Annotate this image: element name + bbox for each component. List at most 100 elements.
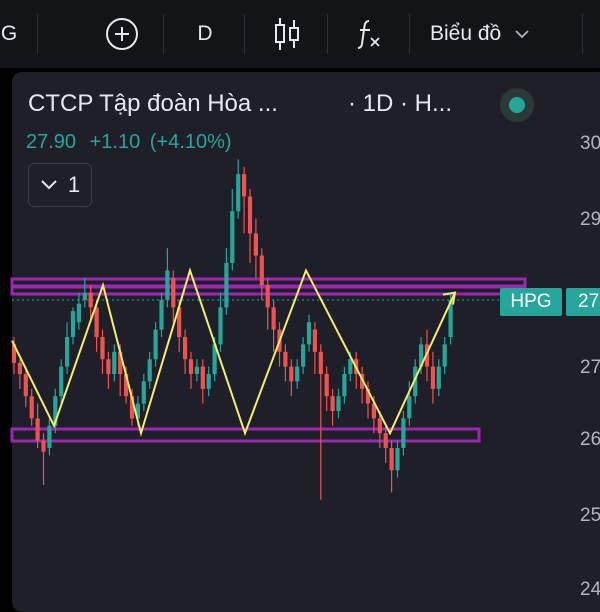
candle (224, 248, 229, 315)
candle-body (100, 337, 105, 360)
candle-body (47, 425, 52, 448)
candle-body (442, 344, 447, 367)
candle (395, 440, 400, 478)
candle-body (330, 396, 335, 411)
candle (194, 359, 199, 382)
candle-body (218, 307, 223, 345)
candle (70, 307, 76, 345)
axis-tick-label: 29 (580, 209, 600, 230)
candle-body (230, 211, 235, 263)
candle (283, 344, 288, 382)
candle (342, 366, 347, 404)
candle (442, 337, 447, 374)
indicators-collapse-button[interactable]: 1 (28, 163, 92, 207)
candle-body (389, 448, 394, 471)
axis-price-tag: 27 (566, 288, 600, 316)
candle (41, 433, 46, 485)
price-change: +1.10 (89, 131, 141, 153)
candle-body (318, 351, 323, 374)
candle-body (153, 329, 158, 360)
candle-body (289, 366, 294, 382)
candle-body (430, 366, 435, 389)
candle-body (342, 374, 347, 397)
market-open-status-icon[interactable] (509, 97, 525, 113)
candle-body (283, 351, 288, 367)
candle (253, 218, 258, 278)
candle-body (253, 233, 258, 256)
candle-body (82, 292, 87, 300)
candle (59, 359, 64, 404)
price-change-percent: (+4.10%) (149, 131, 232, 153)
resistance-zone-upper[interactable] (10, 277, 527, 288)
axis-tick-label: 25 (580, 505, 600, 526)
candle (324, 366, 329, 411)
symbol-title[interactable]: CTCP Tập đoàn Hòa ... (28, 90, 278, 118)
axis-tick-label: 27 (580, 357, 600, 378)
candle-body (194, 366, 199, 374)
price-change-readout: 27.90 +1.10 (+4.10%) (26, 131, 232, 154)
candle-body (188, 359, 194, 374)
candle-body (348, 359, 353, 374)
candle-body (295, 366, 300, 382)
axis-tick-label: 26 (580, 429, 600, 450)
candle (141, 374, 146, 411)
candle-body (206, 374, 211, 389)
candle (218, 292, 223, 352)
candle-body (112, 351, 117, 374)
candle-body (383, 433, 388, 448)
candle (76, 292, 81, 330)
candle-body (141, 381, 146, 404)
candle (430, 351, 435, 404)
chevron-down-icon (41, 180, 57, 190)
candle (236, 159, 241, 219)
candle (295, 359, 300, 389)
candle-body (265, 285, 270, 308)
candle (159, 292, 164, 337)
candle-body (407, 396, 412, 419)
last-price: 27.90 (26, 131, 77, 153)
candle (330, 388, 335, 426)
candle-body (224, 263, 229, 308)
candle (206, 366, 211, 397)
candle-body (76, 303, 81, 323)
candle-body (106, 359, 111, 374)
candle (147, 351, 152, 389)
candle (389, 440, 394, 493)
candle-body (324, 374, 329, 397)
candle-body (29, 396, 34, 419)
candle (29, 388, 34, 426)
candle-body (35, 418, 40, 441)
candle (171, 270, 176, 323)
candle (153, 322, 158, 367)
axis-tick-label: 24 (580, 579, 600, 600)
candle (306, 314, 312, 352)
candle (183, 329, 188, 374)
candle-body (336, 396, 341, 411)
candle (401, 411, 406, 456)
candle (289, 359, 294, 397)
candle (271, 300, 276, 352)
candle-body (242, 174, 247, 197)
candle-body (65, 337, 70, 367)
candle-body (23, 374, 28, 397)
candle-body (236, 174, 241, 212)
candle-body (94, 307, 99, 337)
axis-tick-label: 30 (580, 133, 600, 154)
candle-body (301, 344, 306, 367)
candle-body (59, 366, 64, 397)
candle-body (147, 359, 152, 382)
candle (65, 322, 70, 374)
candle (247, 189, 253, 263)
candle-body (200, 366, 205, 389)
candle (336, 388, 341, 419)
candle-body (247, 196, 253, 234)
candle-body (17, 362, 22, 374)
candle-body (165, 270, 170, 300)
candle-body (159, 300, 164, 330)
candle-body (88, 292, 93, 308)
candle (165, 248, 170, 308)
candle (360, 366, 365, 404)
candle (188, 351, 194, 389)
candle (106, 351, 111, 389)
candle-body (312, 329, 317, 352)
